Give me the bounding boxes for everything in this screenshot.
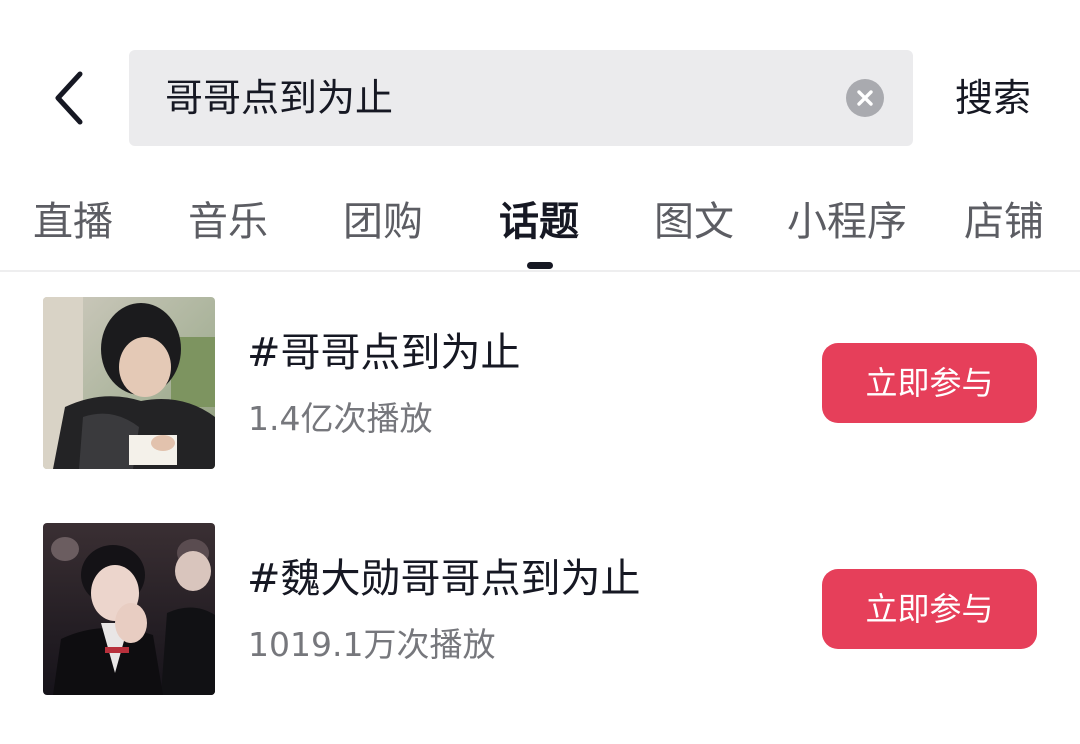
topic-search-results-page: 搜索 直播 音乐 团购 话题 图文 小程序 店铺	[0, 0, 1080, 744]
category-tabs: 直播 音乐 团购 话题 图文 小程序 店铺	[0, 180, 1080, 272]
topic-cover-image	[43, 523, 215, 695]
tab-topics[interactable]: 话题	[499, 192, 579, 252]
topic-title: #魏大勋哥哥点到为止	[247, 556, 641, 602]
search-submit-button[interactable]: 搜索	[955, 68, 1031, 128]
topic-view-count: 1.4亿次播放	[248, 399, 433, 438]
chevron-left-icon	[55, 71, 83, 125]
join-topic-button[interactable]: 立即参与	[822, 569, 1037, 649]
clear-circle-icon	[857, 90, 873, 106]
tab-shops[interactable]: 店铺	[964, 192, 1044, 252]
topic-view-count: 1019.1万次播放	[248, 625, 496, 664]
tab-mini-programs[interactable]: 小程序	[787, 192, 907, 252]
topic-title: #哥哥点到为止	[247, 330, 521, 376]
search-box	[129, 50, 913, 146]
tab-music[interactable]: 音乐	[188, 192, 268, 252]
tab-live[interactable]: 直播	[33, 192, 113, 252]
topic-cover-image	[43, 297, 215, 469]
active-tab-indicator	[527, 262, 553, 269]
topic-result-row[interactable]: #魏大勋哥哥点到为止 1019.1万次播放 立即参与	[0, 523, 1080, 697]
back-button[interactable]	[40, 62, 100, 134]
tab-group-buy[interactable]: 团购	[343, 192, 423, 252]
join-topic-button[interactable]: 立即参与	[822, 343, 1037, 423]
clear-search-button[interactable]	[846, 79, 884, 117]
topic-result-row[interactable]: #哥哥点到为止 1.4亿次播放 立即参与	[0, 297, 1080, 471]
search-input[interactable]	[165, 50, 825, 146]
tab-image-text[interactable]: 图文	[654, 192, 734, 252]
